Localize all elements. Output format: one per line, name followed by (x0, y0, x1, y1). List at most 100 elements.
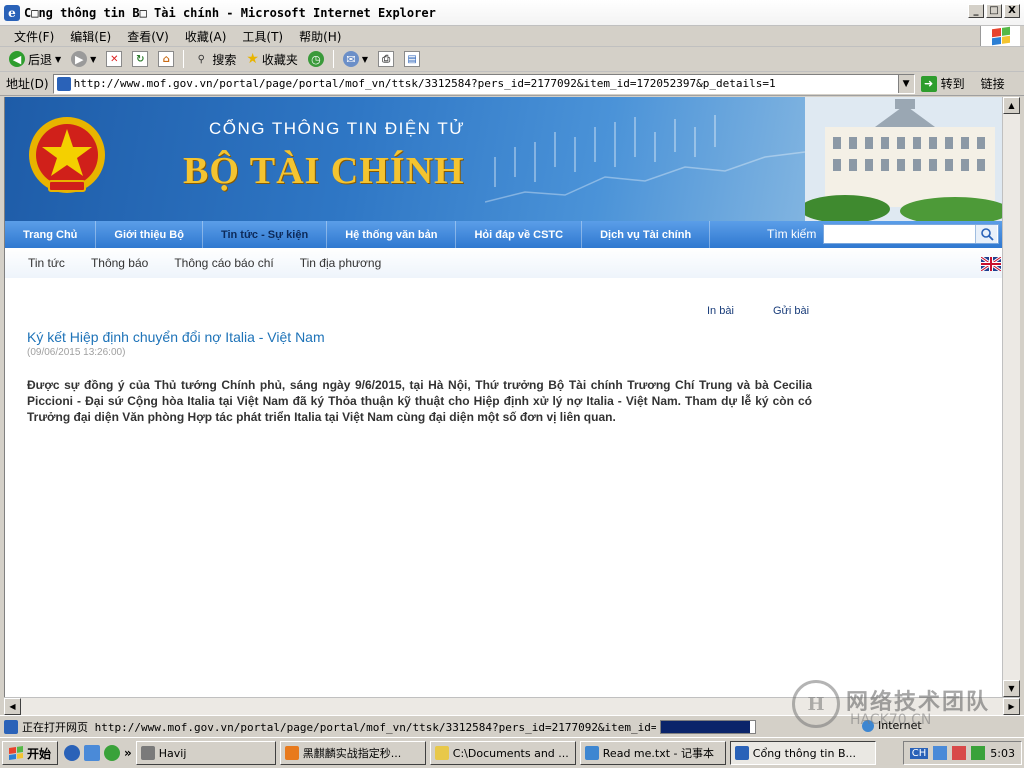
go-button[interactable]: ➜ 转到 (920, 75, 965, 92)
subnav-thong-cao-bao-chi[interactable]: Thông cáo báo chí (161, 256, 286, 270)
edit-button[interactable]: ▤ (401, 48, 423, 70)
network-icon[interactable] (933, 746, 948, 760)
clock[interactable]: 5:03 (990, 747, 1015, 760)
minimize-button[interactable]: _ (968, 4, 984, 18)
magnifier-icon: ⚲ (197, 53, 205, 65)
taskbar: 开始 » Havij 黑麒麟实战指定秒... C:\Documents and … (0, 737, 1024, 768)
task-label: Cổng thông tin B... (752, 746, 856, 760)
maximize-button[interactable]: □ (986, 4, 1002, 18)
tray-app-icon[interactable] (971, 746, 986, 760)
subnav-tin-dia-phuong[interactable]: Tin địa phương (287, 256, 395, 270)
address-dropdown-icon[interactable]: ▼ (897, 74, 914, 93)
search-icon (980, 228, 994, 241)
task-notepad[interactable]: Read me.txt - 记事本 (579, 741, 726, 765)
task-label: Havij (158, 746, 187, 760)
menu-file[interactable]: 文件(F) (6, 28, 62, 45)
task-label: 黑麒麟实战指定秒... (302, 747, 402, 760)
loading-page-icon (4, 719, 18, 734)
forward-arrow-icon: ▶ (71, 51, 88, 67)
site-search-input[interactable] (823, 224, 999, 244)
sub-navigation: Tin tức Thông báo Thông cáo báo chí Tin … (5, 248, 1002, 278)
menu-bar: 文件(F) 编辑(E) 查看(V) 收藏(A) 工具(T) 帮助(H) (0, 26, 1024, 47)
history-button[interactable]: ◷ (305, 48, 327, 70)
nav-dich-vu-tai-chinh[interactable]: Dịch vụ Tài chính (582, 221, 711, 248)
close-button[interactable]: X (1004, 4, 1020, 18)
ie-quicklaunch-icon[interactable] (64, 745, 81, 761)
page-load-progress (660, 719, 756, 734)
ie-icon: e (4, 4, 20, 21)
ministry-building-image (805, 97, 1002, 221)
forward-button[interactable]: ▶ ▼ (68, 48, 99, 70)
stop-button[interactable]: ✕ (103, 48, 125, 70)
status-bar: 正在打开网页 http://www.mof.gov.vn/portal/page… (0, 715, 1024, 737)
home-icon: ⌂ (158, 51, 175, 67)
task-explorer[interactable]: C:\Documents and ... (429, 741, 576, 765)
nav-tin-tuc-su-kien[interactable]: Tin tức - Sự kiện (203, 221, 328, 248)
nav-gioi-thieu-bo[interactable]: Giới thiệu Bộ (96, 221, 203, 248)
system-tray: CH 5:03 (902, 741, 1022, 765)
window-controls: _ □ X (968, 4, 1020, 18)
menu-edit[interactable]: 编辑(E) (62, 28, 119, 45)
scroll-up-icon[interactable]: ▲ (1003, 97, 1020, 114)
go-arrow-icon: ➜ (920, 75, 937, 92)
start-button[interactable]: 开始 (2, 741, 59, 765)
start-logo-icon (9, 746, 23, 760)
nav-hoi-dap-cstc[interactable]: Hỏi đáp về CSTC (456, 221, 583, 248)
task-browser-2[interactable]: 黑麒麟实战指定秒... (279, 741, 426, 765)
toolbar-separator (332, 50, 334, 68)
windows-logo-icon (980, 26, 1020, 46)
search-button[interactable]: ⚲ 搜索 (190, 48, 239, 70)
nav-he-thong-van-ban[interactable]: Hệ thống văn bản (327, 221, 457, 248)
send-article-link[interactable]: Gửi bài (773, 305, 809, 317)
task-ie-active[interactable]: Cổng thông tin B... (729, 741, 876, 765)
window-title: C□ng thông tin B□ Tài chính - Microsoft … (24, 5, 436, 20)
menu-help[interactable]: 帮助(H) (291, 28, 349, 45)
vertical-scrollbar[interactable]: ▲ ▼ (1002, 97, 1020, 697)
refresh-button[interactable]: ↻ (129, 48, 151, 70)
print-button[interactable]: ⎙ (375, 48, 397, 70)
address-url[interactable]: http://www.mof.gov.vn/portal/page/portal… (74, 77, 776, 90)
address-input[interactable]: http://www.mof.gov.vn/portal/page/portal… (52, 73, 915, 94)
media-quicklaunch-icon[interactable] (104, 745, 121, 761)
scroll-left-icon[interactable]: ◀ (4, 698, 21, 715)
history-icon: ◷ (307, 51, 324, 67)
links-button[interactable]: 链接 (981, 75, 1005, 92)
mail-button[interactable]: ✉ ▼ (340, 48, 371, 70)
star-icon: ★ (246, 51, 259, 67)
ie-task-icon (734, 746, 749, 760)
havij-icon (140, 746, 155, 760)
subnav-tin-tuc[interactable]: Tin tức (15, 256, 78, 270)
nav-trang-chu[interactable]: Trang Chủ (5, 221, 97, 248)
mail-icon: ✉ (342, 51, 359, 67)
task-havij[interactable]: Havij (135, 741, 276, 765)
forward-dropdown-icon[interactable]: ▼ (90, 55, 96, 64)
menu-view[interactable]: 查看(V) (119, 28, 177, 45)
go-label: 转到 (940, 77, 965, 91)
menu-favorites[interactable]: 收藏(A) (177, 28, 235, 45)
horizontal-scrollbar[interactable]: ◀ ▶ (4, 697, 1020, 715)
security-alert-icon[interactable] (952, 746, 967, 760)
more-quicklaunch-icon[interactable]: » (124, 746, 132, 760)
print-article-link[interactable]: In bài (707, 305, 734, 317)
stop-icon: ✕ (106, 51, 123, 67)
national-emblem-icon (29, 117, 105, 193)
site-search-button[interactable] (975, 225, 997, 243)
home-button[interactable]: ⌂ (155, 48, 177, 70)
menu-tools[interactable]: 工具(T) (234, 28, 291, 45)
page-viewport[interactable]: CỔNG THÔNG TIN ĐIỆN TỬ BỘ TÀI CHÍNH Tran… (4, 97, 1002, 697)
scroll-right-icon[interactable]: ▶ (1003, 698, 1020, 715)
banner-subtitle: CỔNG THÔNG TIN ĐIỆN TỬ (209, 119, 466, 138)
favorites-label: 收藏夹 (261, 52, 298, 67)
english-flag-icon[interactable] (981, 257, 1001, 271)
address-bar: 地址(D) http://www.mof.gov.vn/portal/page/… (0, 72, 1024, 96)
security-zone: Internet (862, 719, 922, 732)
desktop-quicklaunch-icon[interactable] (84, 745, 101, 761)
favorites-button[interactable]: ★ 收藏夹 (243, 48, 301, 70)
subnav-thong-bao[interactable]: Thông báo (78, 256, 161, 270)
mail-dropdown-icon[interactable]: ▼ (362, 55, 368, 64)
back-dropdown-icon[interactable]: ▼ (55, 55, 61, 64)
back-button[interactable]: ◀ 后退 ▼ (6, 48, 64, 70)
input-language-indicator[interactable]: CH (909, 747, 929, 759)
scroll-down-icon[interactable]: ▼ (1003, 680, 1020, 697)
toolbar-separator (183, 50, 185, 68)
